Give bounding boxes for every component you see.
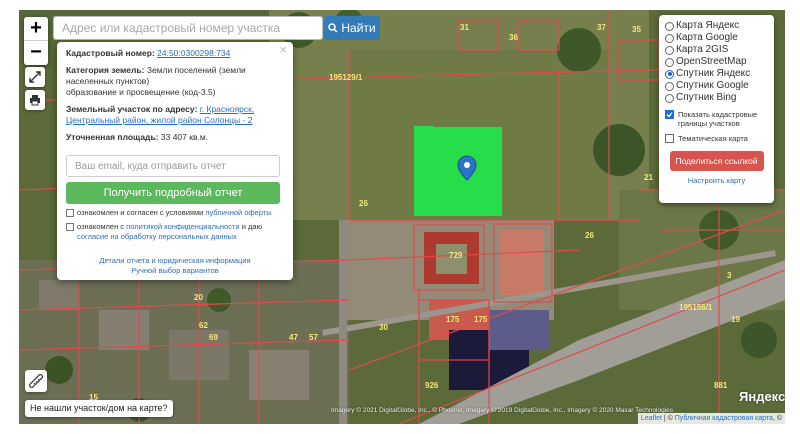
svg-text:20: 20: [194, 293, 203, 302]
svg-text:175: 175: [446, 315, 460, 324]
privacy-agree-mid: и даю: [241, 222, 263, 231]
cadastral-number-label: Кадастровый номер:: [66, 48, 155, 58]
svg-text:35: 35: [632, 25, 641, 34]
layer-option[interactable]: Карта Google: [665, 32, 768, 44]
cadastral-number-link[interactable]: 24:50:0300298:734: [157, 48, 230, 58]
area-value: 33 407 кв.м.: [160, 132, 209, 142]
svg-text:926: 926: [425, 381, 439, 390]
imagery-copyright: Imagery © 2021 DigitalGlobe, Inc., © Рho…: [331, 407, 674, 414]
leaflet-link[interactable]: Leaflet: [641, 415, 662, 422]
layer-option[interactable]: OpenStreetMap: [665, 56, 768, 68]
svg-text:19: 19: [731, 315, 740, 324]
layer-option[interactable]: Спутник Bing: [665, 92, 768, 104]
manual-selection-link[interactable]: Ручной выбор вариантов: [66, 266, 284, 276]
parcel-info-popup: × Кадастровый номер: 24:50:0300298:734 К…: [57, 42, 293, 280]
layer-radio[interactable]: [665, 21, 674, 31]
area-label: Уточненная площадь:: [66, 132, 159, 142]
land-category-label: Категория земель:: [66, 65, 145, 75]
search-button[interactable]: Найти: [324, 16, 380, 40]
svg-text:195156/1: 195156/1: [679, 303, 713, 312]
svg-text:47: 47: [289, 333, 298, 342]
layer-option-label: Спутник Bing: [676, 92, 737, 103]
svg-text:26: 26: [585, 231, 594, 240]
yandex-logo: Яндекс: [739, 389, 785, 404]
address-label: Земельный участок по адресу:: [66, 104, 198, 114]
get-report-button[interactable]: Получить подробный отчет: [66, 182, 280, 204]
svg-text:21: 21: [644, 173, 653, 182]
print-button[interactable]: [25, 90, 45, 110]
ruler-icon: [29, 374, 43, 388]
measure-button[interactable]: [25, 370, 47, 392]
privacy-agree-text: ознакомлен с: [77, 222, 125, 231]
svg-text:175: 175: [474, 315, 488, 324]
report-details-link[interactable]: Детали отчета и юридическая информация: [66, 256, 284, 266]
attribution-end: , ©: [772, 415, 782, 422]
svg-text:37: 37: [597, 23, 606, 32]
search-icon: [328, 23, 338, 33]
thematic-map-label: Тематическая карта: [678, 134, 748, 143]
offer-agree-text: ознакомлен и согласен с условиями: [77, 208, 204, 217]
svg-text:36: 36: [509, 33, 518, 42]
share-link-button[interactable]: Поделиться ссылкой: [669, 151, 764, 171]
layer-radio[interactable]: [665, 69, 674, 79]
privacy-policy-link[interactable]: политикой конфиденциальности: [126, 222, 239, 231]
offer-checkbox[interactable]: [66, 209, 74, 217]
zoom-control: + −: [24, 17, 48, 65]
layer-radio[interactable]: [665, 81, 674, 91]
layer-option[interactable]: Карта 2GIS: [665, 44, 768, 56]
not-found-button[interactable]: Не нашли участок/дом на карте?: [25, 400, 173, 417]
svg-text:57: 57: [309, 333, 318, 342]
svg-text:69: 69: [209, 333, 218, 342]
privacy-checkbox[interactable]: [66, 223, 74, 231]
land-usage-value: образование и просвещение (код-3.5): [66, 87, 216, 97]
expand-arrows-icon: [29, 71, 41, 83]
offer-agreement: ознакомлен и согласен с условиями публич…: [66, 208, 284, 218]
zoom-in-button[interactable]: +: [24, 17, 48, 41]
cadastral-borders-option[interactable]: Показать кадастровые границы участков: [665, 110, 768, 128]
svg-text:3: 3: [727, 271, 732, 280]
layer-option-label: Карта Яндекс: [676, 20, 740, 31]
layer-option[interactable]: Спутник Яндекс: [665, 68, 768, 80]
layer-option-label: OpenStreetMap: [676, 56, 747, 67]
printer-icon: [30, 95, 40, 106]
checkmark-icon: [666, 112, 673, 118]
layer-option-label: Спутник Google: [676, 80, 749, 91]
layer-option-label: Карта Google: [676, 32, 738, 43]
layer-radio[interactable]: [665, 45, 674, 55]
search-input[interactable]: [53, 16, 323, 40]
layer-option[interactable]: Спутник Google: [665, 80, 768, 92]
svg-text:31: 31: [460, 23, 469, 32]
public-offer-link[interactable]: публичной оферты: [205, 208, 271, 217]
layer-switcher: Карта Яндекс Карта Google Карта 2GIS OpenSt…: [659, 15, 774, 203]
svg-text:30: 30: [379, 323, 388, 332]
configure-map-link[interactable]: Настроить карту: [665, 176, 768, 185]
layer-list: Карта Яндекс Карта Google Карта 2GIS OpenSt…: [665, 20, 768, 104]
layer-option-label: Спутник Яндекс: [676, 68, 751, 79]
cadastral-borders-checkbox[interactable]: [665, 110, 674, 119]
email-field[interactable]: [66, 155, 280, 177]
pkk-link[interactable]: Публичная кадастровая карта: [675, 415, 773, 422]
layer-radio[interactable]: [665, 93, 674, 103]
layer-option-label: Карта 2GIS: [676, 44, 729, 55]
cadastral-borders-label: Показать кадастровые границы участков: [678, 110, 758, 128]
attribution-separator: | ©: [661, 415, 675, 422]
search-button-label: Найти: [341, 21, 376, 35]
svg-text:195129/1: 195129/1: [329, 73, 363, 82]
close-icon[interactable]: ×: [279, 43, 287, 56]
zoom-out-button[interactable]: −: [24, 41, 48, 65]
svg-text:26: 26: [359, 199, 368, 208]
svg-text:729: 729: [449, 251, 463, 260]
fullscreen-button[interactable]: [25, 67, 45, 87]
privacy-agreement: ознакомлен с политикой конфиденциальност…: [66, 222, 284, 242]
layer-option[interactable]: Карта Яндекс: [665, 20, 768, 32]
personal-data-consent-link[interactable]: согласие на обработку персональных данны…: [77, 232, 237, 241]
svg-text:881: 881: [714, 381, 728, 390]
layer-radio[interactable]: [665, 57, 674, 67]
thematic-map-checkbox[interactable]: [665, 134, 674, 143]
svg-text:62: 62: [199, 321, 208, 330]
map-attribution: Leaflet | © Публичная кадастровая карта,…: [637, 413, 785, 424]
map-viewport[interactable]: 31 36 37 35 195129/1 26 729 26 195156/1 …: [19, 10, 785, 424]
layer-radio[interactable]: [665, 33, 674, 43]
thematic-map-option[interactable]: Тематическая карта: [665, 134, 768, 143]
